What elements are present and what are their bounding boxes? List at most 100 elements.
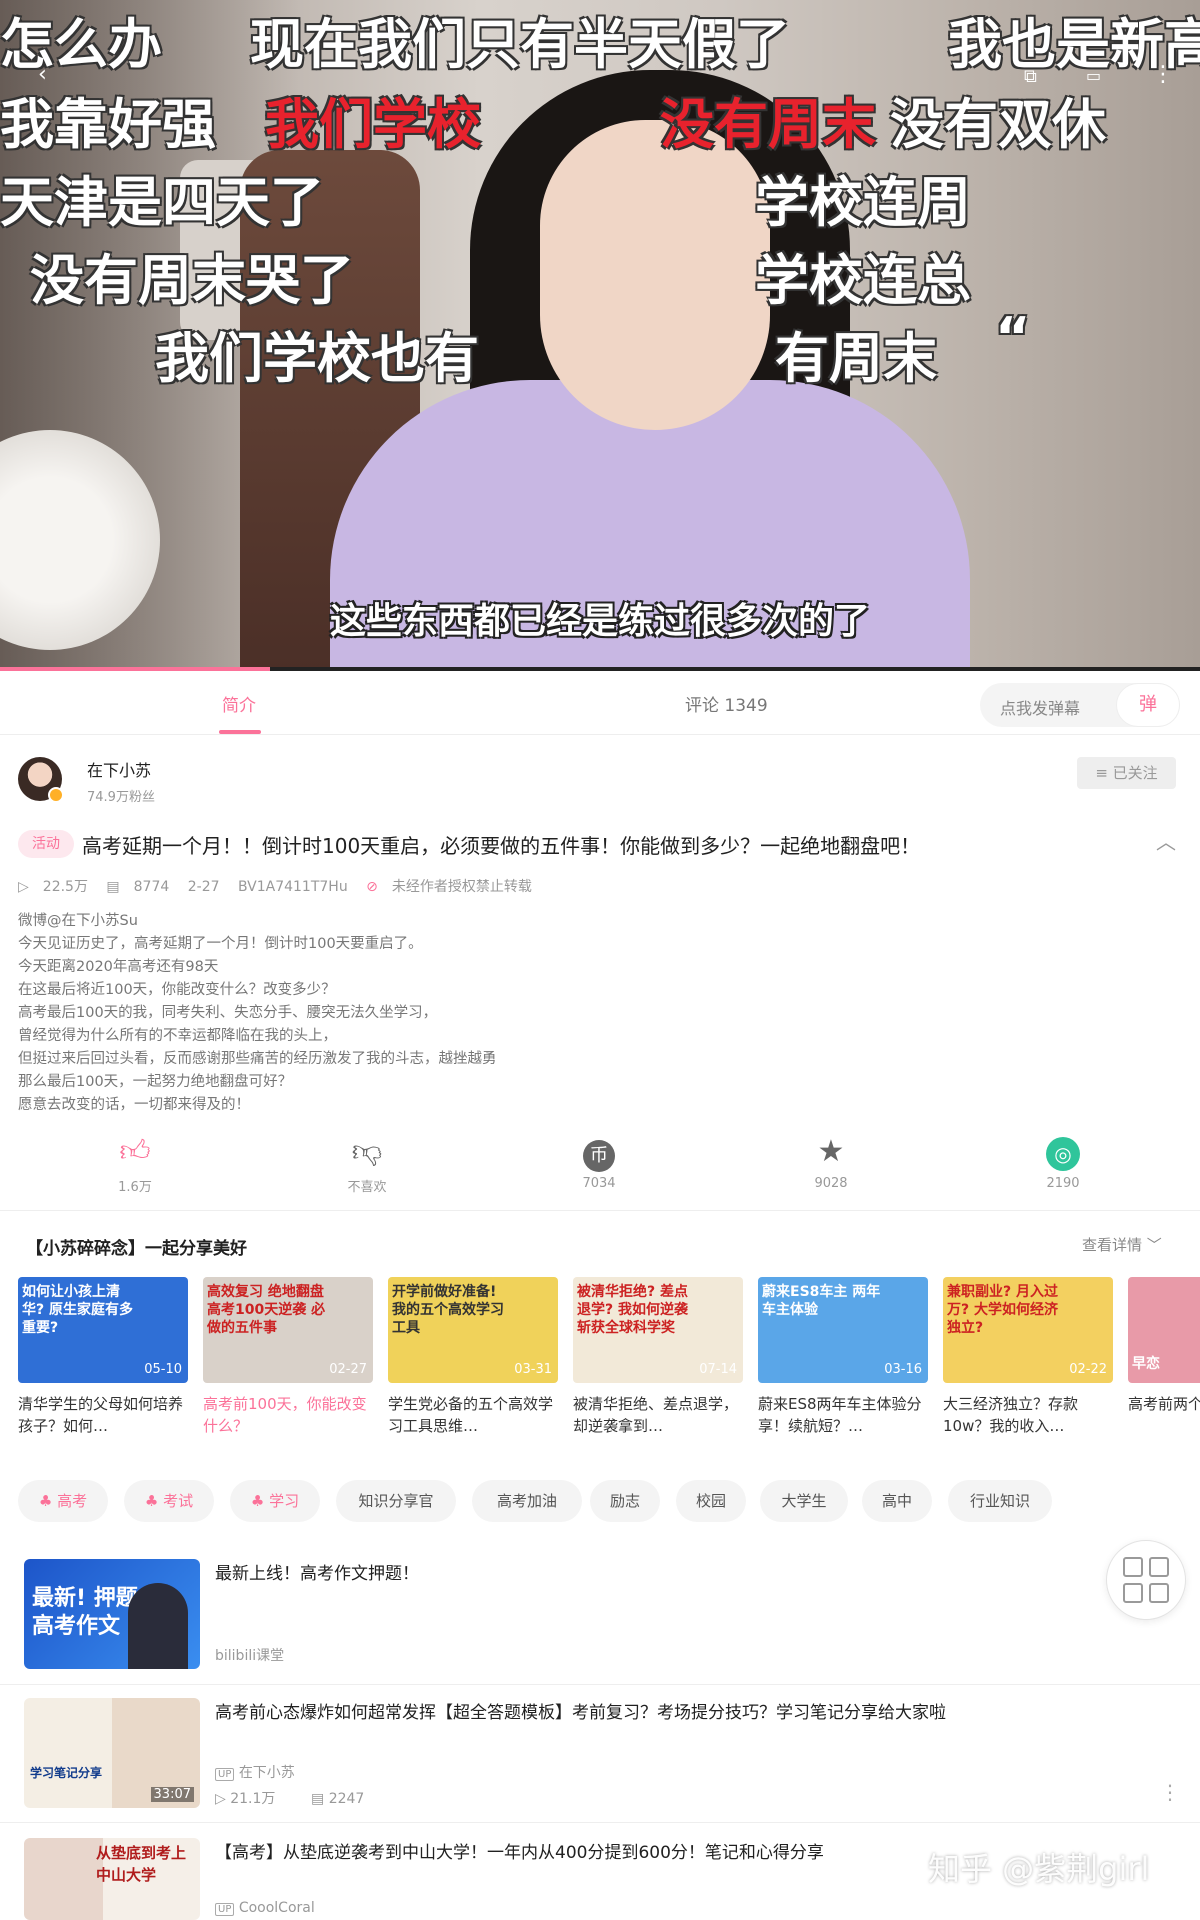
series-title: 【小苏碎碎念】一起分享美好 [26, 1239, 247, 1259]
tag-chip[interactable]: 行业知识 [948, 1480, 1052, 1522]
tag-chip[interactable]: ♣ 考试 [124, 1480, 214, 1522]
video-duration: 33:07 [150, 1787, 194, 1802]
author-name[interactable]: 在下小苏 [87, 757, 151, 781]
back-icon[interactable]: ‹ [38, 62, 47, 87]
series-card-thumbnail: 被清华拒绝? 差点退学? 我如何逆袭 斩获全球科学奖 07-14 [573, 1277, 743, 1383]
danmaku-count: 8774 [133, 879, 170, 895]
play-count-icon: ▷ [18, 879, 29, 895]
description-line: 高考最后100天的我，同考失利、失恋分手、腰突无法久坐学习， [18, 1005, 438, 1021]
thumbnail-date: 02-22 [1069, 1362, 1107, 1377]
danmaku-count-icon: ▤ [311, 1791, 325, 1807]
tag-label: 高考 [57, 1492, 88, 1510]
series-card-thumbnail: 如何让小孩上清华? 原生家庭有多重要? 05-10 [18, 1277, 188, 1383]
related-thumbnail-text: 学习笔记分享 [30, 1766, 103, 1780]
video-person-face [540, 120, 770, 430]
tag-chip[interactable]: 高中 [862, 1480, 932, 1522]
related-thumbnail-text: 最新! 押题 高考作文 [32, 1586, 138, 1639]
danmaku: “ [995, 306, 1031, 369]
follow-button[interactable]: ≡ 已关注 [1077, 757, 1176, 789]
more-icon[interactable]: ⋮ [1160, 1780, 1180, 1804]
video-description: 微博@在下小苏Su 今天见证历史了，高考延期了一个月！倒计时100天要重启了。 … [18, 910, 497, 1117]
series-card[interactable]: 开学前做好准备! 我的五个高效学习工具 03-31 学生党必备的五个高效学习工具… [388, 1277, 558, 1437]
tab-comments[interactable]: 评论 1349 [685, 691, 768, 716]
verified-badge-icon [48, 787, 64, 803]
series-card-thumbnail: 蔚来ES8车主 两年车主体验 03-16 [758, 1277, 928, 1383]
share-icon: ◎ [1003, 1134, 1123, 1171]
like-count: 1.6万 [118, 1180, 152, 1195]
author-fans: 74.9万粉丝 [87, 790, 155, 805]
favorite-count: 9028 [814, 1176, 848, 1191]
series-card[interactable]: 蔚来ES8车主 两年车主体验 03-16 蔚来ES8两年车主体验分享！续航短？… [758, 1277, 928, 1437]
series-card[interactable]: 被清华拒绝? 差点退学? 我如何逆袭 斩获全球科学奖 07-14 被清华拒绝、差… [573, 1277, 743, 1437]
series-card-thumbnail: 早恋 [1128, 1277, 1200, 1383]
description-line: 那么最后100天，一起努力绝地翻盘可好？ [18, 1074, 293, 1090]
no-repost-icon: ⊘ [366, 879, 378, 895]
video-player[interactable]: 怎么办 现在我们只有半天假了 我也是新高 我靠好强 我们学校 没有周末 没有双休… [0, 0, 1200, 670]
series-card-title: 蔚来ES8两年车主体验分享！续航短？… [758, 1395, 922, 1435]
related-uploader: UP CooolCoral [215, 1900, 315, 1916]
thumbnail-caption: 开学前做好准备! 我的五个高效学习工具 [392, 1284, 504, 1336]
description-line: 今天距离2020年高考还有98天 [18, 959, 219, 975]
danmaku: 现在我们只有半天假了 [250, 13, 790, 76]
danmaku: 没有周末哭了 [30, 249, 354, 312]
thumbnail-caption: 被清华拒绝? 差点退学? 我如何逆袭 斩获全球科学奖 [577, 1284, 688, 1336]
pip-icon[interactable]: ⧉ [1024, 66, 1037, 87]
series-card-title: 高考前两个月失恋了… [1128, 1395, 1200, 1413]
thumbnail-caption: 兼职副业? 月入过万? 大学如何经济独立? [947, 1284, 1058, 1336]
danmaku: 有周末 [775, 327, 937, 390]
star-icon: ★ [817, 1134, 845, 1169]
thumbs-up-icon: 👍︎ [119, 1134, 151, 1169]
video-subtitle: 这些东西都已经是练过很多次的了 [329, 601, 870, 642]
thumbnail-date: 05-10 [144, 1362, 182, 1377]
thumbnail-person [128, 1583, 188, 1669]
thumbnail-caption: 高效复习 绝地翻盘 高考100天逆袭 必做的五件事 [207, 1284, 326, 1336]
publish-date: 2-27 [187, 879, 220, 895]
grid-view-button[interactable] [1106, 1540, 1186, 1620]
coin-icon: 币 [539, 1134, 659, 1172]
divider [0, 1822, 1200, 1823]
tag-chip[interactable]: ♣ 高考 [18, 1480, 108, 1522]
related-thumbnail: 学习笔记分享 33:07 [24, 1698, 200, 1808]
favorite-button[interactable]: ★ 9028 [771, 1134, 891, 1191]
tag-chip[interactable]: ♣ 学习 [230, 1480, 320, 1522]
description-line: 但挺过来后回过头看，反而感谢那些痛苦的经历激发了我的斗志，越挫越勇 [18, 1051, 497, 1067]
share-button[interactable]: ◎ 2190 [1003, 1134, 1123, 1191]
series-more-link[interactable]: 查看详情 ﹀ [1082, 1234, 1162, 1255]
tag-chip[interactable]: 励志 [590, 1480, 660, 1522]
danmaku-input[interactable]: 点我发弹幕 弹 [980, 683, 1180, 727]
related-thumbnail: 最新! 押题 高考作文 [24, 1559, 200, 1669]
tag-chip[interactable]: 知识分享官 [336, 1480, 456, 1522]
tab-intro[interactable]: 简介 [222, 691, 256, 716]
series-card[interactable]: 早恋 高考前两个月失恋了… [1128, 1277, 1200, 1437]
series-card[interactable]: 如何让小孩上清华? 原生家庭有多重要? 05-10 清华学生的父母如何培养孩子？… [18, 1277, 188, 1437]
series-card-title: 高考前100天，你能改变什么？ [203, 1395, 367, 1435]
bvid: BV1A7411T7Hu [237, 879, 348, 895]
danmaku: 我们学校 [265, 93, 481, 156]
divider [0, 1684, 1200, 1685]
play-count: 22.5万 [42, 879, 88, 895]
tag-chip[interactable]: 高考加油 [472, 1480, 582, 1522]
tag-chip[interactable]: 校园 [676, 1480, 746, 1522]
description-line: 今天见证历史了，高考延期了一个月！倒计时100天要重启了。 [18, 936, 423, 952]
danmaku-toggle-icon[interactable]: 弹 [1116, 683, 1180, 727]
activity-tag[interactable]: 活动 [18, 830, 74, 858]
dislike-button[interactable]: 👎︎ 不喜欢 [307, 1134, 427, 1195]
related-danmaku-count: 2247 [328, 1791, 365, 1807]
up-badge-icon: UP [215, 1903, 235, 1916]
related-uploader-name: 在下小苏 [238, 1765, 295, 1781]
series-card-title: 学生党必备的五个高效学习工具思维… [388, 1395, 554, 1435]
copyright-note: 未经作者授权禁止转载 [391, 879, 532, 895]
collapse-icon[interactable]: ︿ [1156, 826, 1176, 855]
related-thumbnail: 从垫底到考上 中山大学 [24, 1838, 200, 1920]
coin-button[interactable]: 币 7034 [539, 1134, 659, 1191]
more-icon[interactable]: ⋮ [1152, 62, 1174, 87]
series-card[interactable]: 兼职副业? 月入过万? 大学如何经济独立? 02-22 大三经济独立？存款10w… [943, 1277, 1113, 1437]
tag-label: 学习 [269, 1492, 300, 1510]
tag-chip[interactable]: 大学生 [760, 1480, 848, 1522]
tab-bar: 简介 评论 1349 点我发弹幕 弹 [0, 671, 1200, 735]
series-card[interactable]: 高效复习 绝地翻盘 高考100天逆袭 必做的五件事 02-27 高考前100天，… [203, 1277, 373, 1437]
tv-cast-icon[interactable]: ▭ [1086, 66, 1101, 85]
watermark: 知乎 @紫荆girl [928, 1850, 1150, 1888]
like-button[interactable]: 👍︎ 1.6万 [75, 1134, 195, 1195]
series-more-label: 查看详情 [1082, 1236, 1143, 1254]
